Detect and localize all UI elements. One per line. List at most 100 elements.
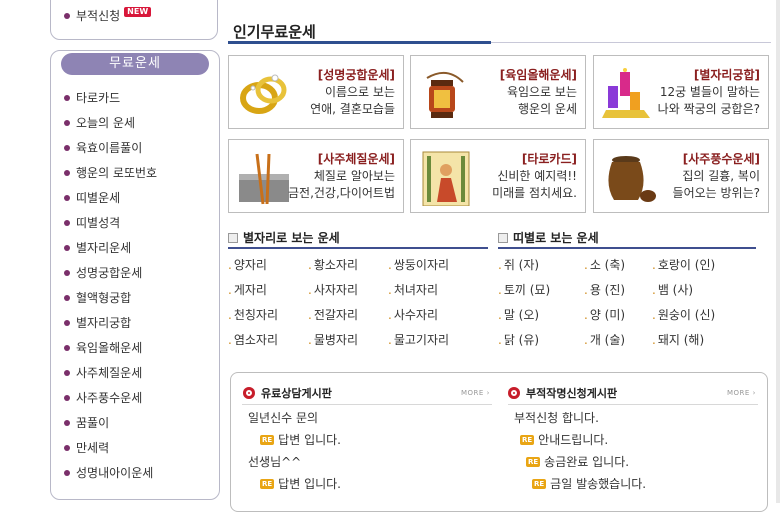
bullet-icon: [64, 169, 70, 176]
zodiac-link[interactable]: . 처녀자리: [388, 281, 438, 298]
bullet-icon: [64, 294, 70, 301]
bullet-icon: [64, 319, 70, 326]
dot-icon: .: [308, 308, 312, 322]
zodiac-link[interactable]: . 천칭자리: [228, 306, 278, 323]
more-link[interactable]: MORE ›: [727, 389, 756, 397]
card-fengshui[interactable]: [사주풍수운세] 집의 길흉, 복이 들어오는 방위는?: [593, 139, 769, 213]
zodiac-link[interactable]: . 황소자리: [308, 256, 358, 273]
board-post[interactable]: RE 답변 입니다.: [260, 431, 341, 448]
animal-link[interactable]: .용 (진): [584, 281, 625, 298]
card-desc: 체질로 알아보는 금전,건강,다이어트법: [288, 169, 395, 200]
zodiac-link[interactable]: . 게자리: [228, 281, 267, 298]
sidebar-item[interactable]: 띠별성격: [64, 214, 120, 231]
board-post[interactable]: 선생님^^: [248, 453, 301, 470]
sidebar-item[interactable]: 육임올해운세: [64, 339, 142, 356]
card-star-compat[interactable]: [별자리궁합] 12궁 별들이 말하는 나와 짝궁의 궁합은?: [593, 55, 769, 129]
card-title: [성명궁합운세]: [317, 68, 395, 82]
dot-icon: .: [498, 308, 502, 322]
board-post[interactable]: 일년신수 문의: [248, 409, 318, 426]
bullet-icon: [64, 12, 70, 19]
square-icon: [228, 232, 238, 243]
dot-icon: .: [584, 333, 588, 347]
animal-link[interactable]: .소 (축): [584, 256, 625, 273]
bullet-icon: [64, 469, 70, 476]
board-post[interactable]: RE 금일 발송했습니다.: [532, 475, 646, 492]
dot-icon: .: [498, 333, 502, 347]
animal-link[interactable]: . 호랑이 (인): [652, 256, 715, 273]
sidebar-item[interactable]: 육효이름풀이: [64, 139, 142, 156]
more-link[interactable]: MORE ›: [461, 389, 490, 397]
sidebar-item[interactable]: 사주체질운세: [64, 364, 142, 381]
dot-icon: .: [308, 333, 312, 347]
card-constitution[interactable]: [사주체질운세] 체질로 알아보는 금전,건강,다이어트법: [228, 139, 404, 213]
sidebar-item[interactable]: 별자리운세: [64, 239, 131, 256]
sidebar-item[interactable]: 꿈풀이: [64, 414, 109, 431]
bullet-icon: [64, 194, 70, 201]
dot-icon: .: [388, 308, 392, 322]
zodiac-link[interactable]: . 물병자리: [308, 331, 358, 348]
sidebar-item[interactable]: 오늘의 운세: [64, 114, 135, 131]
board-post[interactable]: RE 안내드립니다.: [520, 431, 608, 448]
card-tarot[interactable]: [타로카드] 신비한 예지력!! 미래를 점치세요.: [410, 139, 586, 213]
zodiac-link[interactable]: . 사수자리: [388, 306, 438, 323]
title-divider: [491, 42, 771, 43]
dot-icon: .: [584, 283, 588, 297]
animal-link[interactable]: .쥐 (자): [498, 256, 539, 273]
animal-link[interactable]: .개 (술): [584, 331, 625, 348]
card-desc: 이름으로 보는 연애, 결혼모습들: [310, 85, 395, 116]
sidebar-item[interactable]: 행운의 로또번호: [64, 164, 157, 181]
bullet-icon: [64, 94, 70, 101]
card-yukim[interactable]: [육임올해운세] 육임으로 보는 행운의 운세: [410, 55, 586, 129]
board-post[interactable]: RE 송금완료 입니다.: [526, 453, 629, 470]
dot-icon: .: [308, 258, 312, 272]
bullet-icon: [64, 419, 70, 426]
board-title-paid[interactable]: 유료상담게시판: [243, 385, 332, 401]
animal-link[interactable]: .양 (미): [584, 306, 625, 323]
sidebar-item-amulet[interactable]: 부적신청 NEW: [64, 7, 152, 24]
card-title: [사주체질운세]: [317, 152, 395, 166]
sidebar-item[interactable]: 띠별운세: [64, 189, 120, 206]
zodiac-underline: [228, 247, 488, 249]
title-underline: [228, 41, 491, 44]
reply-icon: RE: [520, 434, 535, 445]
board-post[interactable]: RE 답변 입니다.: [260, 475, 341, 492]
dot-icon: .: [228, 333, 232, 347]
animal-link[interactable]: .뱀 (사): [652, 281, 693, 298]
animal-header: 띠별로 보는 운세: [498, 229, 599, 246]
sidebar-item[interactable]: 별자리궁합: [64, 314, 131, 331]
scrollbar[interactable]: [776, 0, 780, 503]
reply-icon: RE: [260, 434, 275, 445]
bullet-icon: [64, 144, 70, 151]
dot-icon: .: [498, 258, 502, 272]
dot-icon: .: [652, 333, 656, 347]
card-title: [육임올해운세]: [499, 68, 577, 82]
bullet-icon: [64, 244, 70, 251]
zodiac-link[interactable]: . 전갈자리: [308, 306, 358, 323]
dot-icon: .: [388, 283, 392, 297]
dot-icon: .: [308, 283, 312, 297]
sidebar-item[interactable]: 성명내아이운세: [64, 464, 153, 481]
sidebar-item[interactable]: 성명궁합운세: [64, 264, 142, 281]
animal-link[interactable]: . 원숭이 (신): [652, 306, 715, 323]
animal-link[interactable]: . 돼지 (해): [652, 331, 704, 348]
animal-link[interactable]: .말 (오): [498, 306, 539, 323]
dot-icon: .: [652, 283, 656, 297]
sidebar-item[interactable]: 만세력: [64, 439, 109, 456]
zodiac-link[interactable]: . 염소자리: [228, 331, 278, 348]
zodiac-link[interactable]: . 양자리: [228, 256, 267, 273]
zodiac-link[interactable]: . 사자자리: [308, 281, 358, 298]
dot-icon: .: [652, 258, 656, 272]
sidebar-item[interactable]: 타로카드: [64, 89, 120, 106]
card-title: [별자리궁합]: [693, 68, 760, 82]
zodiac-link[interactable]: . 쌍둥이자리: [388, 256, 449, 273]
dot-icon: .: [228, 283, 232, 297]
sidebar-item[interactable]: 사주풍수운세: [64, 389, 142, 406]
animal-link[interactable]: .닭 (유): [498, 331, 539, 348]
card-name-compat[interactable]: [성명궁합운세] 이름으로 보는 연애, 결혼모습들: [228, 55, 404, 129]
dot-icon: .: [584, 308, 588, 322]
animal-link[interactable]: . 토끼 (묘): [498, 281, 550, 298]
zodiac-link[interactable]: . 물고기자리: [388, 331, 449, 348]
board-post[interactable]: 부적신청 합니다.: [514, 409, 599, 426]
board-title-amulet[interactable]: 부적작명신청게시판: [508, 385, 617, 401]
sidebar-item[interactable]: 혈액형궁합: [64, 289, 131, 306]
